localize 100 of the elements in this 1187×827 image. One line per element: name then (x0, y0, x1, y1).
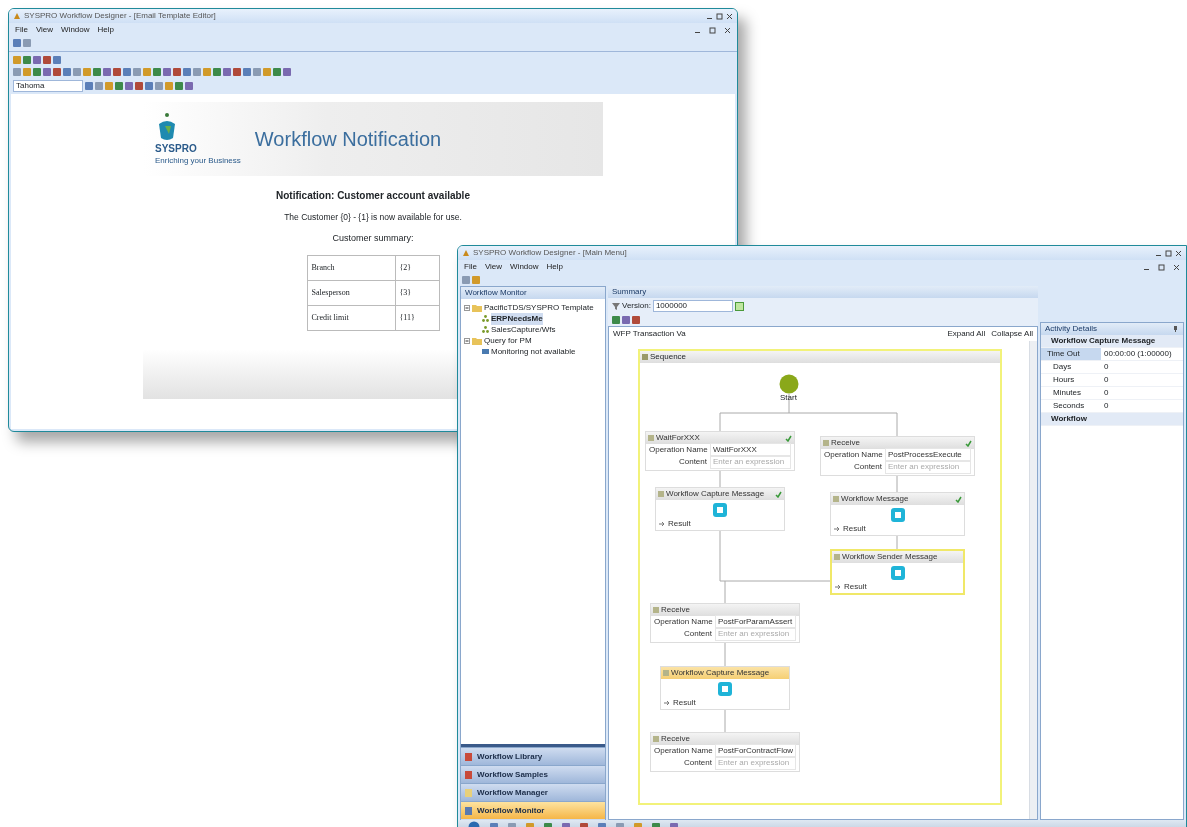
close-icon[interactable] (724, 26, 731, 34)
category-label: Workflow Capture Message (1041, 335, 1183, 348)
table-cell: {2} (395, 255, 439, 281)
brand-name: SYSPRO (155, 144, 198, 155)
receive-icon (823, 440, 829, 446)
menu-item[interactable]: View (484, 261, 503, 273)
menu-item[interactable]: Window (510, 261, 539, 273)
message-icon (718, 682, 732, 696)
tree-item[interactable]: Query for PM (484, 334, 532, 347)
menu-item[interactable]: Window (61, 24, 90, 36)
notification-subject: Notification: Customer account available (276, 189, 470, 203)
message-activity[interactable]: Workflow Capture Message Result (660, 666, 790, 710)
receive-activity[interactable]: Receive Operation Name PostForParamAssert Content Enter an expression (650, 603, 800, 643)
property-field[interactable]: PostForContractFlow (715, 744, 797, 758)
property-label: Content (677, 456, 707, 468)
app-icon (13, 12, 21, 20)
connector-line (719, 470, 721, 488)
document-heading: Workflow Notification (254, 127, 442, 152)
property-name[interactable]: Hours (1041, 373, 1101, 387)
collapse-icon[interactable] (464, 337, 470, 344)
receive-activity[interactable]: Receive Operation Name PostForContractFlow Content Enter an expression (650, 732, 800, 772)
close-icon[interactable] (726, 12, 733, 20)
message-activity[interactable]: Workflow Message Result (830, 492, 965, 536)
connector-line (724, 642, 726, 667)
close-icon[interactable] (1175, 249, 1182, 257)
table-cell: Branch (307, 255, 395, 281)
property-label: Content (682, 628, 712, 640)
activity-title: Workflow Sender Message (842, 551, 938, 563)
menu-item[interactable]: File (464, 261, 477, 273)
connector-line (724, 709, 726, 733)
start-node (779, 374, 799, 394)
message-activity[interactable]: Workflow Capture Message Result (655, 487, 785, 531)
version-field[interactable]: 1000000 (652, 300, 733, 312)
monitor-icon (482, 348, 489, 355)
design-title: WFP Transaction Va (613, 328, 686, 340)
menu-item[interactable]: Help (546, 261, 563, 273)
table-cell: Salesperson (307, 280, 395, 306)
result-label: Result (668, 518, 691, 530)
panel-title: Summary (608, 286, 1038, 298)
nav-button[interactable]: Workflow Samples (461, 765, 605, 783)
activity-title: Receive (831, 437, 860, 449)
property-field[interactable]: PostProcessExecute (885, 448, 971, 462)
receive-activity[interactable]: WaitForXXX Operation Name WaitForXXX Content Enter an expression (645, 431, 795, 471)
property-name[interactable]: Days (1041, 360, 1101, 374)
tree-item[interactable]: SalesCapture/Wfs (491, 323, 556, 336)
pin-icon[interactable] (1173, 326, 1179, 332)
menu-item[interactable]: View (35, 24, 54, 36)
refresh-icon[interactable] (734, 301, 744, 311)
table-cell: {3} (395, 280, 439, 306)
tree-item[interactable]: Monitoring not available (491, 345, 576, 358)
notification-message: The Customer {0} - {1} is now available for use. (284, 211, 462, 224)
result-label: Result (843, 523, 866, 535)
nav-button[interactable]: Workflow Library (461, 747, 605, 765)
property-value: 0 (1101, 399, 1183, 413)
property-value: 00:00:00 (1:00000) (1101, 347, 1183, 361)
folder-icon (472, 303, 482, 312)
message-activity[interactable]: Workflow Sender Message Result (830, 549, 965, 595)
property-field[interactable]: WaitForXXX (710, 443, 791, 457)
message-icon (833, 496, 839, 502)
property-label: Operation Name (654, 745, 712, 757)
receive-icon (653, 607, 659, 613)
collapse-icon[interactable] (464, 304, 470, 311)
property-label: Operation Name (654, 616, 712, 628)
sequence-title: Sequence (650, 351, 687, 363)
property-value: 0 (1101, 360, 1183, 374)
collapse-all-link[interactable]: Collapse All (991, 328, 1033, 340)
panel-title: Workflow Monitor (461, 287, 605, 299)
arrow-icon (834, 526, 840, 532)
message-icon (890, 566, 905, 580)
table-cell: {11} (395, 305, 439, 331)
menu-item[interactable]: Help (97, 24, 114, 36)
nav-button[interactable]: Workflow Monitor (461, 801, 605, 819)
receive-activity[interactable]: Receive Operation Name PostProcessExecute Content Enter an expression (820, 436, 975, 476)
font-field[interactable]: Tahoma (13, 80, 83, 92)
activity-title: Workflow Capture Message (671, 667, 770, 679)
result-label: Result (844, 581, 867, 593)
filter-icon[interactable] (612, 302, 620, 310)
workflow-icon (482, 326, 489, 333)
property-field[interactable]: PostForParamAssert (715, 615, 796, 629)
message-icon (834, 554, 840, 560)
tree-item[interactable]: PacificTDS/SYSPRO Template (484, 301, 594, 314)
app-icon (462, 249, 470, 257)
window-title: SYSPRO Workflow Designer - [Main Menu] (473, 247, 627, 259)
expand-all-link[interactable]: Expand All (947, 328, 986, 340)
receive-icon (648, 435, 654, 441)
property-name[interactable]: Seconds (1041, 399, 1101, 413)
property-value: 0 (1101, 373, 1183, 387)
property-name[interactable]: Minutes (1041, 386, 1101, 400)
message-icon (658, 491, 664, 497)
menu-item[interactable]: File (15, 24, 28, 36)
message-icon (713, 503, 727, 517)
message-icon (663, 670, 669, 676)
property-label: Content (852, 461, 882, 473)
close-icon[interactable] (1173, 263, 1180, 271)
window-title: SYSPRO Workflow Designer - [Email Template Editor] (24, 10, 216, 22)
arrow-icon (835, 584, 841, 590)
summary-label: Customer summary: (332, 231, 414, 245)
property-label: Operation Name (824, 449, 882, 461)
nav-button[interactable]: Workflow Manager (461, 783, 605, 801)
tree-item[interactable]: ERPNeedsMe (491, 312, 543, 325)
